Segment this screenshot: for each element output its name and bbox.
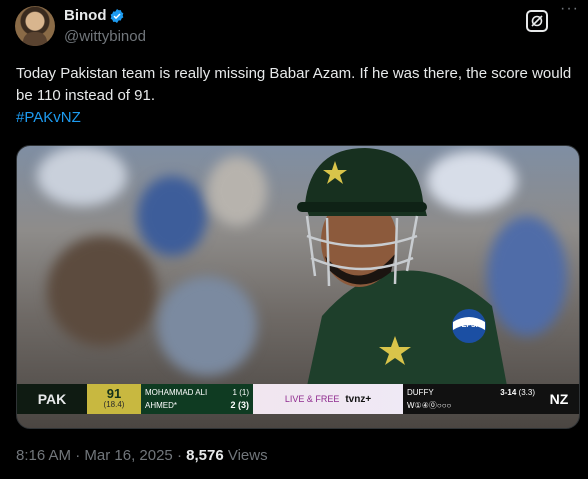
grok-icon: [531, 15, 543, 27]
crowd-blob: [37, 146, 127, 206]
post-meta: 8:16 AM · Mar 16, 2025 · 8,576 Views: [16, 447, 268, 464]
over-balls: W①④⓪○○○: [407, 401, 452, 410]
bowler-name: DUFFY: [407, 388, 434, 397]
batters-panel: MOHAMMAD ALI 1 (1) AHMED* 2 (3): [141, 384, 253, 414]
player-figure: [297, 148, 507, 386]
more-options-icon[interactable]: ···: [560, 0, 579, 18]
batter1-score: 1 (1): [232, 388, 249, 397]
crowd-blob: [137, 176, 207, 256]
post-time[interactable]: 8:16 AM: [16, 447, 71, 464]
tweet-body: Today Pakistan team is really missing Ba…: [16, 63, 576, 129]
batter1-name: MOHAMMAD ALI: [145, 388, 208, 397]
bowler-figures: 3-14: [500, 388, 517, 397]
hashtag-link[interactable]: #PAKvNZ: [16, 107, 576, 129]
bowler-panel: DUFFY 3-14 (3.3) W①④⓪○○○: [403, 384, 539, 414]
bowler-overs: (3.3): [518, 388, 535, 397]
bowler-row: DUFFY 3-14 (3.3): [407, 386, 535, 399]
score-value: 91: [106, 386, 122, 401]
batter-row: MOHAMMAD ALI 1 (1): [145, 386, 253, 399]
views-label: Views: [227, 447, 268, 464]
views-count: 8,576: [186, 447, 224, 464]
tweet-text: Today Pakistan team is really missing Ba…: [16, 65, 572, 104]
crowd-blob: [157, 276, 257, 376]
team-score: 91 (18.4): [87, 384, 141, 414]
batter-row: AHMED* 2 (3): [145, 399, 253, 412]
batter2-name: AHMED*: [145, 401, 178, 410]
live-banner: LIVE & FREE tvnz+: [253, 384, 403, 414]
crowd-blob: [47, 236, 157, 346]
author-handle[interactable]: @wittybinod: [64, 28, 146, 45]
author-name[interactable]: Binod: [64, 7, 107, 24]
post-date[interactable]: Mar 16, 2025: [84, 447, 172, 464]
scoreboard: PAK 91 (18.4) MOHAMMAD ALI 1 (1) AHMED* …: [17, 384, 579, 414]
media-image[interactable]: PEPSI PAK 91 (18.4) MOHAMMAD ALI 1 (1) A…: [16, 145, 580, 429]
jersey-sponsor-text: PEPSI: [457, 322, 478, 329]
grok-button[interactable]: [526, 10, 548, 32]
overs-value: (18.4): [103, 400, 125, 409]
crowd-blob: [207, 156, 267, 226]
team-left: PAK: [17, 384, 87, 414]
team-right: NZ: [539, 384, 579, 414]
live-text: LIVE & FREE: [284, 394, 340, 404]
broadcaster-logo: tvnz+: [345, 393, 372, 405]
avatar[interactable]: [15, 6, 55, 46]
batter2-score: 2 (3): [230, 400, 249, 410]
verified-badge-icon: [110, 9, 124, 23]
